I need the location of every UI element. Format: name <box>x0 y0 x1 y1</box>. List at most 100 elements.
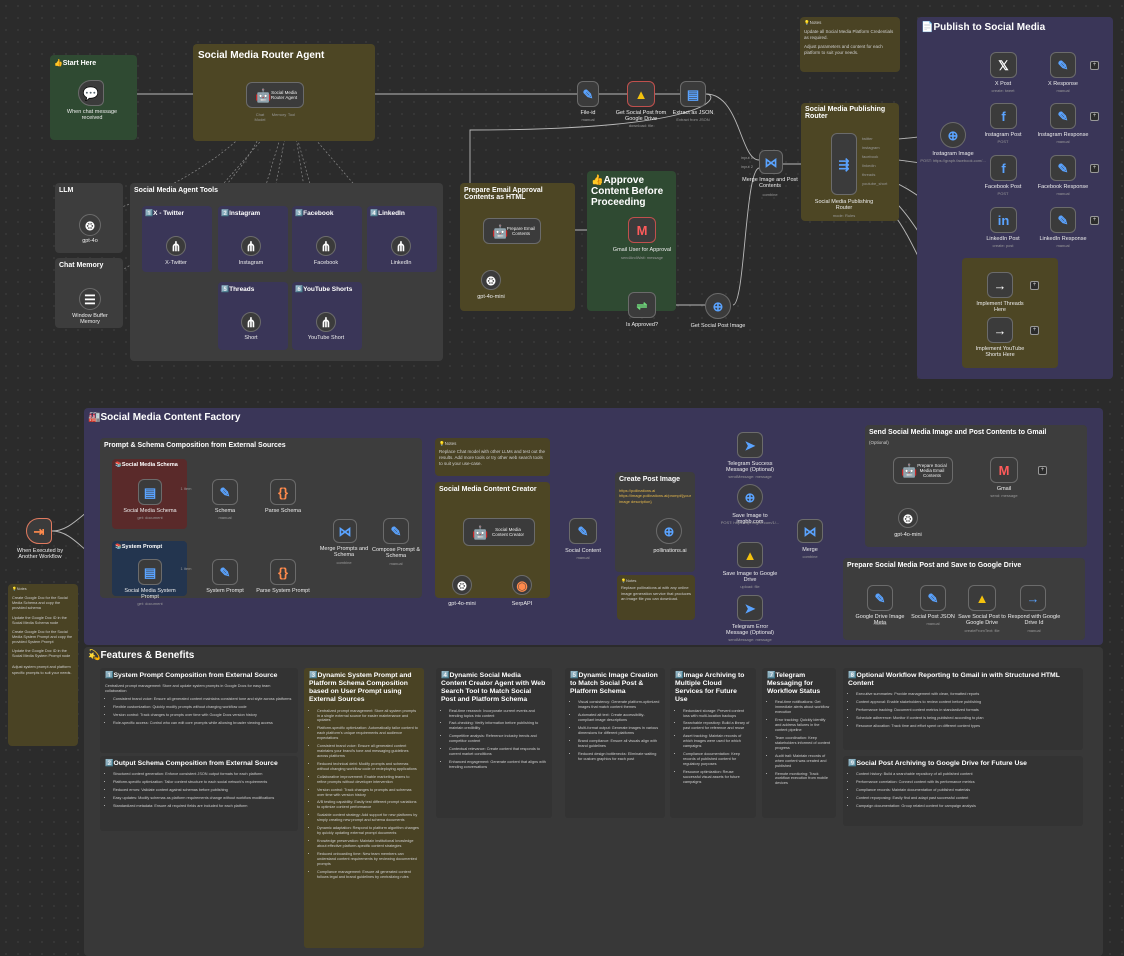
tool-node-x[interactable]: ⋔ <box>166 236 186 256</box>
gmail-send-node[interactable]: M <box>990 457 1018 483</box>
social-content-node[interactable]: ✎ <box>569 518 597 544</box>
x-response-node[interactable]: ✎ <box>1050 52 1076 78</box>
creator-title: Social Media Content Creator <box>439 486 537 493</box>
implement-youtube-node[interactable]: → <box>987 317 1013 343</box>
chat-trigger-node[interactable]: 💬 <box>78 80 104 106</box>
memory-node[interactable]: ☰ <box>79 288 101 310</box>
pencil-icon: ✎ <box>582 86 594 102</box>
linkedin-response-label: LinkedIn Response <box>1039 236 1087 242</box>
parse-sysprompt-node[interactable]: {} <box>270 559 296 585</box>
feature-item: Consistent brand voice: Ensure all gener… <box>113 697 293 702</box>
llm-model-label: gpt-4o <box>82 238 98 244</box>
pencil-icon: ✎ <box>1057 57 1069 73</box>
pollinations-node[interactable]: ⊕ <box>656 518 682 544</box>
extract-json-node[interactable]: ▤ <box>680 81 706 107</box>
pub-router-node[interactable]: ⇶ <box>831 133 857 195</box>
linkedin-response-node[interactable]: ✎ <box>1050 207 1076 233</box>
gmail-model-node[interactable]: ⊛ <box>898 508 918 528</box>
parse-schema-node[interactable]: {} <box>270 479 296 505</box>
left-notes-line-3: Create Google Doc for the Social Media S… <box>12 629 73 644</box>
respond-drive-node[interactable]: → <box>1020 585 1046 611</box>
implement-threads-node[interactable]: → <box>987 272 1013 298</box>
feature-item: Visual consistency: Generate platform-op… <box>578 700 660 710</box>
router-out-threads: threads <box>862 172 876 177</box>
facebook-post-node[interactable]: f <box>990 155 1017 181</box>
x-post-label: X Post <box>994 81 1012 87</box>
schema-set-node[interactable]: ✎ <box>212 479 238 505</box>
telegram-ok-node[interactable]: ➤ <box>737 432 763 458</box>
add-node-plus[interactable]: + <box>1090 164 1099 173</box>
add-node-plus[interactable]: + <box>1030 326 1039 335</box>
notes-top-sticky: 💡Notes Update all Social Media Platform … <box>800 17 900 72</box>
email-agent-node[interactable]: 🤖 Prepare Email Contents <box>483 218 541 244</box>
feature-card-title: 2️⃣Output Schema Composition from Extern… <box>105 760 278 767</box>
save-imgbb-node[interactable]: ⊕ <box>737 484 763 510</box>
instagram-response-node[interactable]: ✎ <box>1050 103 1076 129</box>
feature-item: Compliance records: Maintain documentati… <box>856 788 1078 793</box>
merge-node[interactable]: ⋈ <box>759 150 783 174</box>
feature-item: Redundant storage: Prevent content loss … <box>683 709 751 719</box>
file-id-node[interactable]: ✎ <box>577 81 599 107</box>
facebook-response-node[interactable]: ✎ <box>1050 155 1076 181</box>
tool-node-youtube-label: YouTube Short <box>307 335 345 341</box>
facebook-response-label: Facebook Response <box>1037 184 1089 190</box>
telegram-err-node[interactable]: ➤ <box>737 595 763 621</box>
is-approved-node[interactable]: ⇌ <box>628 292 656 318</box>
add-node-plus[interactable]: + <box>1090 61 1099 70</box>
agent-tools-title: Social Media Agent Tools <box>134 187 219 194</box>
robot-icon: 🤖 <box>255 87 272 103</box>
feature-item: Real-time notifications: Get immediate a… <box>775 700 831 715</box>
add-node-plus[interactable]: + <box>1090 112 1099 121</box>
prep-gmail-node[interactable]: 🤖 Prepare Social Media Email Contents <box>893 457 953 484</box>
respond-drive-label: Respond with Google Drive Id <box>1007 614 1061 627</box>
facebook-post-label: Facebook Post <box>984 184 1022 190</box>
tool-node-linkedin[interactable]: ⋔ <box>391 236 411 256</box>
instagram-post-node[interactable]: f <box>990 103 1017 129</box>
sysprompt-set-node[interactable]: ✎ <box>212 559 238 585</box>
add-node-plus[interactable]: + <box>1038 466 1047 475</box>
arrow-right-icon: → <box>993 277 1007 293</box>
save-gdrive-img-node[interactable]: ▲ <box>737 542 763 568</box>
save-post-drive-node[interactable]: ▲ <box>968 585 996 611</box>
notes2-sticky: 💡Notes Replace Chat model with other LLM… <box>435 438 550 476</box>
implement-youtube-label: Implement YouTube Shorts Here <box>975 346 1025 359</box>
router-icon: ⇶ <box>838 156 850 172</box>
get-image-node[interactable]: ⊕ <box>705 293 731 319</box>
add-node-plus[interactable]: + <box>1090 216 1099 225</box>
creator-agent-node[interactable]: 🤖 Social Media Content Creator <box>463 518 535 546</box>
telegram-icon: ➤ <box>744 600 756 616</box>
memory-label: Window Buffer Memory <box>72 313 108 326</box>
merge-prompts-node[interactable]: ⋈ <box>333 519 357 543</box>
database-icon: ☰ <box>84 291 96 307</box>
schema-doc-node[interactable]: ▤ <box>138 479 162 505</box>
instagram-post-sub: POST <box>997 139 1009 144</box>
drive-meta-node[interactable]: ✎ <box>867 585 893 611</box>
sysprompt-doc-node[interactable]: ▤ <box>138 559 162 585</box>
prep-gmail-label: Prepare Social Media Email Contents <box>917 462 947 479</box>
workflow-trigger-node[interactable]: ⇥ <box>26 518 52 544</box>
gmail-approval-node[interactable]: M <box>628 217 656 243</box>
feature-item: Searchable repository: Build a library o… <box>683 721 751 731</box>
social-post-json-node[interactable]: ✎ <box>920 585 946 611</box>
tool-node-facebook[interactable]: ⋔ <box>316 236 336 256</box>
gdrive-get-node[interactable]: ▲ <box>627 81 655 107</box>
openai-icon: ⊛ <box>84 217 96 233</box>
linkedin-post-node[interactable]: in <box>990 207 1017 233</box>
x-post-node[interactable]: 𝕏 <box>990 52 1017 78</box>
merge2-node[interactable]: ⋈ <box>797 519 823 543</box>
email-model-node[interactable]: ⊛ <box>481 270 501 290</box>
tool-node-threads[interactable]: ⋔ <box>241 312 261 332</box>
router-agent-node[interactable]: 🤖 Social Media Router Agent <box>246 82 304 108</box>
notes3-line: Replace pollinations.ai with any online … <box>621 585 692 602</box>
serpapi-node[interactable]: ◉ <box>512 575 532 595</box>
merge-sub: combine <box>762 192 778 197</box>
tool-node-youtube[interactable]: ⋔ <box>316 312 336 332</box>
llm-model-node[interactable]: ⊛ <box>79 214 101 236</box>
pollinations-label: pollinations.ai <box>653 548 687 554</box>
add-node-plus[interactable]: + <box>1030 281 1039 290</box>
instagram-image-node[interactable]: ⊕ <box>940 122 966 148</box>
creator-model-node[interactable]: ⊛ <box>452 575 472 595</box>
compose-node[interactable]: ✎ <box>383 518 409 544</box>
tool-node-instagram[interactable]: ⋔ <box>241 236 261 256</box>
prompt-group-title: Prompt & Schema Composition from Externa… <box>104 442 286 449</box>
